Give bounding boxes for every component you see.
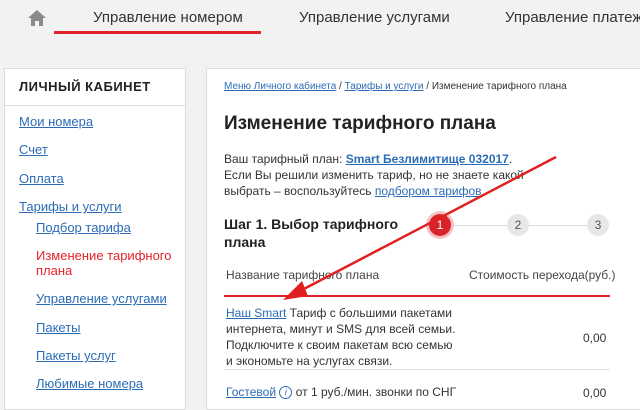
top-navigation: Управление номером Управление услугами У… bbox=[0, 0, 640, 46]
tab-payments-management[interactable]: Управление платежами bbox=[505, 9, 640, 26]
breadcrumb: Меню Личного кабинета / Тарифы и услуги … bbox=[224, 81, 567, 92]
plan-link-nash-smart[interactable]: Наш Smart bbox=[226, 306, 286, 320]
breadcrumb-current: Изменение тарифного плана bbox=[431, 81, 567, 92]
step-3-indicator: 3 bbox=[587, 214, 609, 236]
sidebar-item-change-tariff[interactable]: Изменение тарифного плана bbox=[36, 248, 176, 278]
current-plan-info: Ваш тарифный план: Smart Безлимитище 032… bbox=[224, 151, 569, 199]
sidebar-item-packages[interactable]: Пакеты bbox=[36, 320, 81, 335]
plan-link-gostevoy[interactable]: Гостевой bbox=[226, 385, 276, 399]
table-row: Наш Smart Тариф с большими пакетами инте… bbox=[226, 305, 456, 369]
tab-number-management[interactable]: Управление номером bbox=[93, 9, 243, 26]
info-icon[interactable]: i bbox=[279, 386, 293, 399]
tariff-selection-link[interactable]: подбором тарифов bbox=[375, 184, 482, 198]
sidebar-item-services-management[interactable]: Управление услугами bbox=[36, 291, 167, 306]
breadcrumb-link-cabinet-menu[interactable]: Меню Личного кабинета bbox=[224, 81, 336, 92]
page-title: Изменение тарифного плана bbox=[224, 113, 496, 134]
step-2-indicator: 2 bbox=[507, 214, 529, 236]
breadcrumb-separator: / bbox=[339, 81, 342, 92]
breadcrumb-separator: / bbox=[426, 81, 430, 92]
sidebar-item-account[interactable]: Счет bbox=[19, 142, 48, 157]
sidebar-item-service-packages[interactable]: Пакеты услуг bbox=[36, 348, 116, 363]
column-header-plan-name: Название тарифного плана bbox=[226, 268, 380, 282]
active-tab-indicator bbox=[54, 31, 261, 34]
breadcrumb-link-tariffs[interactable]: Тарифы и услуги bbox=[345, 81, 424, 92]
plan-price: 0,00 bbox=[583, 386, 607, 400]
sidebar-title: ЛИЧНЫЙ КАБИНЕТ bbox=[19, 79, 151, 94]
sidebar: ЛИЧНЫЙ КАБИНЕТ Мои номера Счет Оплата Та… bbox=[4, 68, 186, 410]
plan-suffix: . bbox=[508, 152, 513, 166]
main-panel: Меню Личного кабинета / Тарифы и услуги … bbox=[206, 68, 640, 410]
sidebar-item-tariff-selection[interactable]: Подбор тарифа bbox=[36, 220, 131, 235]
table-row: Гостевой i от 1 руб./мин. звонки по СНГ bbox=[226, 384, 486, 400]
tab-services-management[interactable]: Управление услугами bbox=[299, 9, 450, 26]
step-title: Шаг 1. Выбор тарифного плана bbox=[224, 216, 399, 250]
sidebar-item-payment[interactable]: Оплата bbox=[19, 171, 64, 186]
row-divider bbox=[224, 369, 610, 370]
sidebar-item-favorite-numbers[interactable]: Любимые номера bbox=[36, 376, 143, 391]
column-header-transition-cost: Стоимость перехода(руб.) bbox=[469, 268, 616, 282]
home-icon[interactable] bbox=[26, 8, 48, 28]
sidebar-item-my-numbers[interactable]: Мои номера bbox=[19, 114, 93, 129]
plan-price: 0,00 bbox=[583, 331, 607, 345]
plan-prefix: Ваш тарифный план: bbox=[224, 152, 343, 166]
hint-end: . bbox=[481, 184, 485, 198]
sidebar-divider bbox=[5, 105, 185, 106]
step-1-indicator: 1 bbox=[429, 214, 451, 236]
table-header-divider bbox=[224, 295, 610, 297]
current-plan-link[interactable]: Smart Безлимитище 032017 bbox=[346, 152, 509, 166]
sidebar-item-tariffs-services[interactable]: Тарифы и услуги bbox=[19, 199, 122, 214]
plan-description: от 1 руб./мин. звонки по СНГ bbox=[295, 385, 457, 399]
